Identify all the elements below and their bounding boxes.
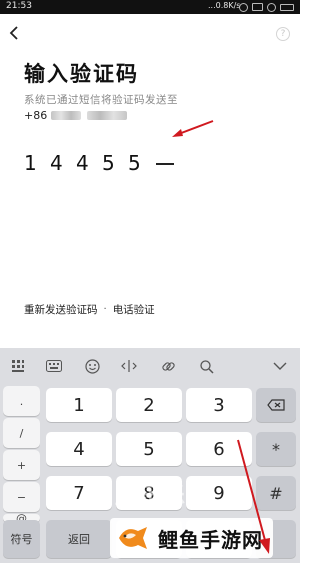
help-icon: ? <box>280 29 286 39</box>
key-label: 6 <box>213 438 225 460</box>
status-time: 21:53 <box>6 1 32 11</box>
key-label: 返回 <box>68 533 90 546</box>
code-cursor-placeholder <box>156 163 174 165</box>
page-title: 输入验证码 <box>24 62 139 86</box>
side-key-slash[interactable]: / <box>3 418 40 448</box>
key-label: 9 <box>213 482 225 504</box>
side-key-period[interactable]: . <box>3 386 40 416</box>
link-separator: · <box>103 304 107 315</box>
wifi-icon <box>267 2 276 12</box>
collapse-keyboard-icon[interactable] <box>272 358 288 374</box>
annotation-arrow-icon <box>172 120 214 137</box>
emoji-icon[interactable] <box>84 358 100 374</box>
keyboard-icon[interactable] <box>46 358 62 374</box>
back-key[interactable]: 返回 <box>46 520 112 558</box>
key-label: 7 <box>73 482 85 504</box>
voice-verify-link[interactable]: 电话验证 <box>113 302 155 317</box>
code-digit: 4 <box>50 151 63 175</box>
link-icon[interactable] <box>160 358 176 374</box>
phone-country-code: +86 <box>24 108 48 122</box>
watermark-faint: 磨乐乐手 <box>115 484 212 509</box>
key-1[interactable]: 1 <box>46 388 112 422</box>
key-5[interactable]: 5 <box>116 432 182 466</box>
status-bar: 21:53 ...0.8K/s <box>0 0 300 14</box>
key-3[interactable]: 3 <box>186 388 252 422</box>
signal-icon <box>252 3 263 11</box>
status-icons <box>239 2 294 12</box>
code-digit: 5 <box>102 151 115 175</box>
key-label: 5 <box>143 438 155 460</box>
help-button[interactable]: ? <box>276 27 290 41</box>
grid-icon[interactable] <box>10 358 26 374</box>
battery-icon <box>280 3 294 11</box>
cursor-icon[interactable] <box>121 358 137 374</box>
sms-description: 系统已通过短信将验证码发送至 <box>24 94 178 106</box>
key-label: . <box>19 394 24 408</box>
side-key-plus[interactable]: + <box>3 450 40 480</box>
keyboard-toolbar <box>0 348 300 384</box>
key-7[interactable]: 7 <box>46 476 112 510</box>
key-label: 4 <box>73 438 85 460</box>
symbol-key[interactable]: 符号 <box>3 520 40 558</box>
backspace-key[interactable] <box>256 388 296 422</box>
phone-blurred-part-1 <box>51 110 82 120</box>
key-4[interactable]: 4 <box>46 432 112 466</box>
key-label: − <box>16 490 27 504</box>
carp-logo-icon <box>119 527 147 549</box>
key-label: + <box>16 458 27 472</box>
key-label: / <box>19 426 24 440</box>
backspace-icon <box>267 399 285 411</box>
back-arrow-icon <box>9 26 18 40</box>
resend-code-link[interactable]: 重新发送验证码 <box>24 302 98 317</box>
verification-code-input[interactable]: 1 4 4 5 5 <box>24 150 174 176</box>
side-key-minus[interactable]: − <box>3 482 40 512</box>
alarm-icon <box>239 2 248 12</box>
key-label: 符号 <box>10 533 33 546</box>
code-digit: 4 <box>76 151 89 175</box>
back-button[interactable] <box>5 22 23 44</box>
search-icon[interactable] <box>198 358 214 374</box>
key-label: 3 <box>213 394 225 416</box>
bottom-links: 重新发送验证码 · 电话验证 <box>24 302 155 317</box>
key-label: 1 <box>73 394 85 416</box>
phone-blurred-part-2 <box>87 110 128 120</box>
code-digit: 5 <box>128 151 141 175</box>
key-label: 2 <box>143 394 155 416</box>
phone-number: +86 <box>24 108 128 122</box>
key-2[interactable]: 2 <box>116 388 182 422</box>
network-speed: ...0.8K/s <box>208 1 241 10</box>
code-digit: 1 <box>24 151 37 175</box>
annotation-arrow-icon <box>237 439 270 554</box>
